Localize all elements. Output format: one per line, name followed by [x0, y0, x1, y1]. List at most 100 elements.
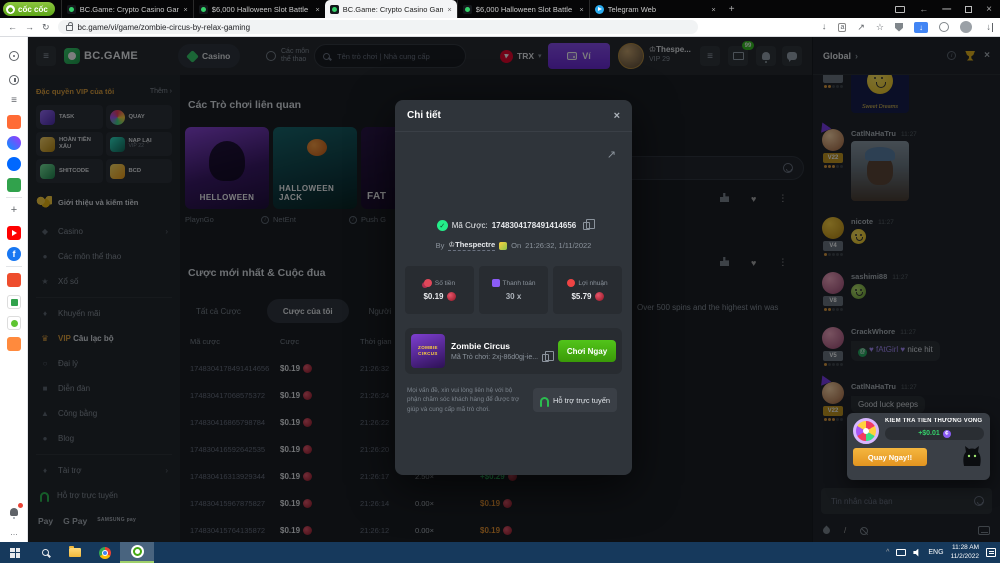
verified-check-icon: [437, 220, 448, 231]
toast-amount-pill: +$0.01: [885, 427, 984, 440]
bcgame-page: BC.GAME Casino Các môn thể thao TRX: [28, 37, 1000, 542]
tab-title: BC.Game: Crypto Casino Gam: [80, 5, 180, 14]
profit-icon: [567, 279, 575, 287]
bet-stats: Số tiền $0.19 Thanh toán 30 x Lợi nhuận …: [405, 266, 622, 314]
url-field[interactable]: bc.game/vi/game/zombie-circus-by-relax-g…: [58, 20, 698, 34]
share-bet-icon[interactable]: [607, 148, 616, 161]
back-button[interactable]: [8, 22, 17, 32]
close-tab-icon[interactable]: [315, 5, 319, 14]
more-icon[interactable]: [7, 525, 21, 539]
tab-bcgame-1[interactable]: BC.Game: Crypto Casino Gam: [61, 0, 193, 18]
stat-amount: Số tiền $0.19: [405, 266, 474, 314]
close-tab-icon[interactable]: [183, 5, 187, 14]
amount-icon: [424, 279, 432, 287]
keyboard-language[interactable]: ENG: [928, 549, 943, 556]
hidden-icons-chevron[interactable]: [886, 549, 889, 556]
tab-slot-battle-1[interactable]: $6,000 Halloween Slot Battle: [193, 0, 325, 18]
reading-list-icon[interactable]: ≡: [7, 93, 21, 107]
zalo-icon[interactable]: [7, 157, 21, 171]
tab-telegram[interactable]: Telegram Web: [589, 0, 721, 18]
toast-title: KIỂM TRA TIỀN THƯỞNG VÒNG QU: [885, 418, 984, 424]
spin-now-button[interactable]: Quay Ngay!!: [853, 448, 927, 466]
game-name[interactable]: Zombie Circus: [451, 341, 549, 351]
headset-icon: [540, 397, 549, 404]
on-label: On: [511, 241, 521, 250]
notifications-bell-icon[interactable]: [7, 505, 21, 519]
new-tab-button[interactable]: [729, 4, 735, 15]
support-note: Mọi vấn đề, xin vui lòng liên hệ với bộ …: [407, 386, 525, 414]
settings-gear-icon[interactable]: [7, 49, 21, 63]
url-text: bc.game/vi/game/zombie-circus-by-relax-g…: [78, 23, 251, 32]
volume-icon[interactable]: [913, 549, 921, 557]
windows-taskbar: ENG 11:28 AM 11/2/2022: [0, 542, 1000, 563]
bcgame-favicon: [330, 5, 339, 14]
save-page-icon[interactable]: [818, 23, 828, 32]
minimize-window-button[interactable]: [942, 0, 951, 18]
messenger-icon[interactable]: [7, 136, 21, 150]
youtube-icon[interactable]: [7, 226, 21, 240]
downloads-tray-icon[interactable]: [982, 23, 993, 32]
coccoc-menu-button[interactable]: cốc cốc: [3, 2, 55, 16]
browser-tabbar: cốc cốc BC.Game: Crypto Casino Gam $6,00…: [0, 0, 1000, 18]
action-center-icon[interactable]: [986, 548, 996, 557]
share-icon[interactable]: [857, 22, 865, 33]
trx-coin-icon: [447, 292, 456, 301]
zombie-circus-thumbnail[interactable]: ZOMBIECIRCUS: [411, 334, 445, 368]
gift-icon[interactable]: [7, 295, 21, 309]
shopee-icon[interactable]: [7, 273, 21, 287]
close-window-button[interactable]: [986, 4, 992, 15]
forward-button[interactable]: [25, 22, 34, 32]
bet-username[interactable]: ♔Thespectre: [448, 240, 495, 251]
trx-coin-icon: [595, 292, 604, 301]
browser-profile-avatar[interactable]: [960, 21, 972, 33]
copy-icon[interactable]: [583, 222, 590, 230]
close-tab-icon[interactable]: [579, 5, 583, 14]
play-now-button[interactable]: Chơi Ngay: [558, 340, 616, 362]
divider: [6, 197, 22, 198]
bcgame-favicon: [199, 5, 208, 14]
coccoc-taskbar-icon-active[interactable]: [120, 542, 154, 563]
bookmark-icon[interactable]: [876, 22, 884, 33]
chat-app-icon[interactable]: [7, 316, 21, 330]
adblock-shield-icon[interactable]: [895, 23, 903, 32]
bet-datetime: 21:26:32, 1/11/2022: [525, 241, 591, 250]
start-button[interactable]: [0, 542, 30, 563]
tab-title: $6,000 Halloween Slot Battle: [212, 5, 312, 14]
taskbar-clock[interactable]: 11:28 AM 11/2/2022: [951, 544, 979, 561]
stat-profit: Lợi nhuận $5.79: [553, 266, 622, 314]
close-modal-icon[interactable]: [614, 110, 620, 122]
tab-bcgame-2-active[interactable]: BC.Game: Crypto Casino Gam: [325, 0, 457, 18]
download-extension-icon[interactable]: ↓: [914, 22, 928, 33]
telegram-favicon: [595, 5, 604, 14]
close-tab-icon[interactable]: [447, 5, 451, 14]
game-code-value: 2xj-86d0gj-ie...: [492, 354, 538, 361]
network-icon[interactable]: [896, 549, 906, 556]
history-icon[interactable]: [7, 73, 21, 87]
user-badge-icon: [499, 242, 507, 250]
file-explorer-icon[interactable]: [60, 542, 90, 563]
lucky-wheel-icon: [853, 418, 879, 444]
copy-icon[interactable]: [542, 354, 549, 362]
facebook-icon[interactable]: f: [7, 247, 21, 261]
games-icon[interactable]: [7, 178, 21, 192]
live-support-button[interactable]: Hỗ trợ trực tuyến: [533, 388, 617, 412]
chrome-taskbar-icon[interactable]: [90, 542, 120, 563]
tab-slot-battle-2[interactable]: $6,000 Halloween Slot Battle: [457, 0, 589, 18]
reload-button[interactable]: [42, 22, 50, 33]
close-tab-icon[interactable]: [711, 5, 715, 14]
modal-title: Chi tiết: [407, 110, 441, 121]
cart-icon[interactable]: [7, 337, 21, 351]
system-tray: ENG 11:28 AM 11/2/2022: [886, 542, 996, 563]
screen: cốc cốc BC.Game: Crypto Casino Gam $6,00…: [0, 0, 1000, 563]
tab-title: $6,000 Halloween Slot Battle: [476, 5, 576, 14]
taskbar-search-icon[interactable]: [30, 542, 60, 563]
add-shortcut-icon[interactable]: +: [7, 203, 21, 217]
extension-icon[interactable]: [939, 22, 949, 32]
panel-arrow-icon[interactable]: [919, 4, 928, 14]
translate-icon[interactable]: a: [838, 23, 846, 32]
maximize-window-button[interactable]: [965, 6, 972, 13]
divider: [6, 266, 22, 267]
cast-icon[interactable]: [895, 6, 905, 13]
game-strip: ZOMBIECIRCUS Zombie Circus Mã Trò chơi: …: [405, 328, 622, 374]
hot-icon[interactable]: [7, 115, 21, 129]
